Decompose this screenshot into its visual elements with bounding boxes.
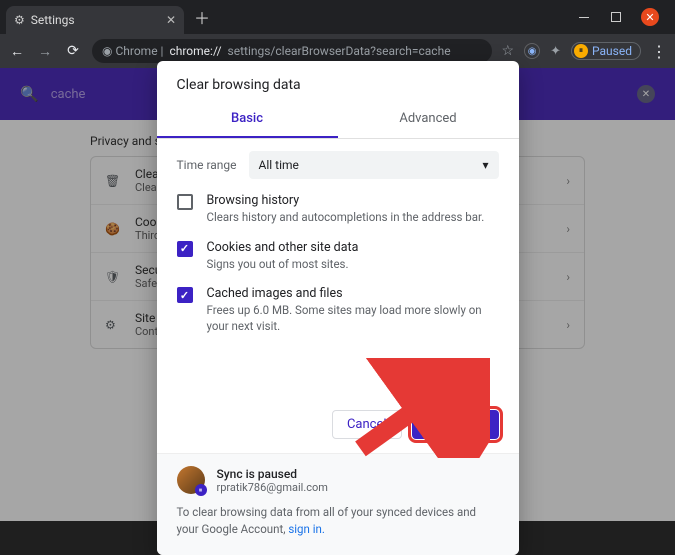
reload-button[interactable]: ⟳ — [64, 43, 82, 59]
window-titlebar: ⚙ Settings ✕ ＋ ✕ — [0, 0, 675, 34]
sync-email: rpratik786@gmail.com — [217, 481, 328, 494]
time-range-select[interactable]: All time ▾ — [249, 151, 499, 179]
sign-in-link[interactable]: sign in. — [288, 522, 325, 536]
checkbox-browsing-history[interactable] — [177, 194, 193, 210]
gear-icon: ⚙ — [14, 13, 25, 27]
option-title: Cached images and files — [207, 286, 499, 301]
minimize-button[interactable] — [577, 10, 591, 24]
url-host: chrome:// — [169, 44, 221, 58]
sync-status: Sync is paused — [217, 467, 328, 481]
url-path: settings/clearBrowserData?search=cache — [228, 44, 451, 58]
chevron-down-icon: ▾ — [482, 158, 488, 172]
bookmark-icon[interactable]: ☆ — [502, 43, 515, 59]
back-button[interactable]: ← — [8, 43, 26, 60]
option-title: Cookies and other site data — [207, 240, 359, 255]
extensions-icon[interactable]: ✦ — [550, 44, 561, 59]
option-desc: Signs you out of most sites. — [207, 257, 359, 273]
clear-data-button[interactable]: Clear data — [412, 410, 499, 439]
new-tab-button[interactable]: ＋ — [194, 5, 210, 29]
time-range-label: Time range — [177, 158, 237, 172]
option-desc: Clears history and autocompletions in th… — [207, 210, 485, 226]
tab-basic[interactable]: Basic — [157, 101, 338, 138]
scheme-chip: ◉ Chrome | — [102, 44, 163, 58]
maximize-button[interactable] — [609, 10, 623, 24]
option-title: Browsing history — [207, 193, 485, 208]
close-icon[interactable]: ✕ — [166, 13, 176, 27]
avatar — [177, 466, 205, 494]
checkbox-cached[interactable] — [177, 287, 193, 303]
tab-title: Settings — [31, 13, 160, 27]
clear-browsing-data-dialog: Clear browsing data Basic Advanced Time … — [157, 61, 519, 555]
close-button[interactable]: ✕ — [641, 8, 659, 26]
profile-chip[interactable]: ⏸ Paused — [571, 42, 641, 60]
pause-icon: ⏸ — [574, 44, 588, 58]
option-desc: Frees up 6.0 MB. Some sites may load mor… — [207, 303, 499, 334]
sync-note: To clear browsing data from all of your … — [177, 504, 499, 539]
menu-button[interactable]: ⋮ — [651, 42, 667, 61]
browser-tab[interactable]: ⚙ Settings ✕ — [6, 6, 184, 34]
url-box[interactable]: ◉ Chrome | chrome:// settings/clearBrowse… — [92, 39, 492, 63]
forward-button[interactable]: → — [36, 43, 54, 60]
checkbox-cookies[interactable] — [177, 241, 193, 257]
paused-label: Paused — [592, 44, 632, 58]
extension-icon[interactable]: ◉ — [524, 43, 540, 59]
dialog-title: Clear browsing data — [157, 61, 519, 101]
window-controls: ✕ — [577, 8, 675, 26]
cancel-button[interactable]: Cancel — [332, 410, 402, 439]
tab-advanced[interactable]: Advanced — [338, 101, 519, 138]
